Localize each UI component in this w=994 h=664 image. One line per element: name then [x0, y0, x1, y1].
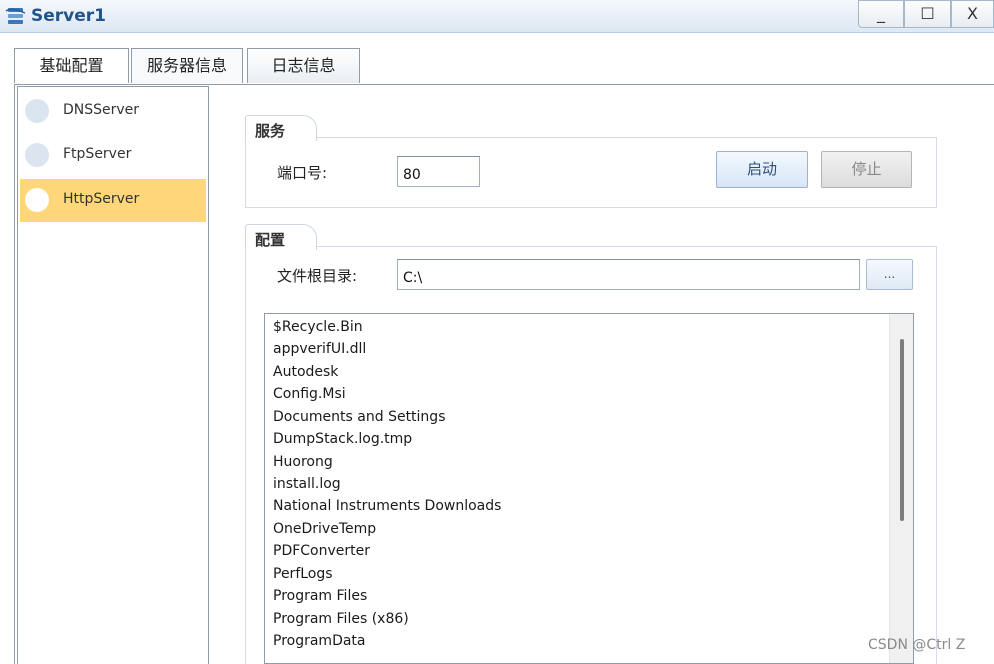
window-title: Server1 — [31, 6, 106, 26]
list-item[interactable]: $Recycle.Bin — [273, 319, 363, 335]
config-group-title: 配置 — [245, 224, 317, 250]
list-item[interactable]: OneDriveTemp — [273, 521, 376, 537]
server-item-label: HttpServer — [63, 191, 140, 207]
scrollbar-thumb[interactable] — [900, 339, 904, 521]
list-item[interactable]: Program Files — [273, 588, 367, 604]
list-item[interactable]: Documents and Settings — [273, 409, 445, 425]
file-list[interactable]: $Recycle.Bin appverifUI.dll Autodesk Con… — [264, 313, 914, 664]
server-item-dns[interactable]: DNSServer — [20, 90, 206, 133]
server-status-icon — [25, 188, 49, 212]
browse-button[interactable]: ... — [866, 259, 913, 290]
server-item-label: DNSServer — [63, 102, 140, 118]
tab-log-info[interactable]: 日志信息 — [247, 48, 360, 83]
maximize-button[interactable]: ☐ — [904, 0, 951, 28]
root-dir-input[interactable] — [397, 259, 860, 290]
list-item[interactable]: PDFConverter — [273, 543, 370, 559]
port-label: 端口号: — [277, 164, 328, 182]
server-list: DNSServer FtpServer HttpServer — [17, 86, 209, 664]
list-item[interactable]: DumpStack.log.tmp — [273, 431, 412, 447]
port-input[interactable] — [397, 156, 480, 187]
title-bar: Server1 _ ☐ X — [0, 0, 994, 33]
server-status-icon — [25, 99, 49, 123]
server-item-label: FtpServer — [63, 146, 132, 162]
tab-basic-config[interactable]: 基础配置 — [14, 48, 129, 83]
list-item[interactable]: Huorong — [273, 454, 333, 470]
service-group-title: 服务 — [245, 115, 317, 141]
tab-server-info[interactable]: 服务器信息 — [131, 48, 243, 83]
watermark: CSDN @Ctrl Z — [868, 637, 966, 653]
stop-button[interactable]: 停止 — [821, 151, 912, 188]
start-button[interactable]: 启动 — [716, 151, 808, 188]
list-item[interactable]: Autodesk — [273, 364, 338, 380]
server-item-http[interactable]: HttpServer — [20, 179, 206, 222]
root-dir-label: 文件根目录: — [277, 267, 358, 285]
vertical-scrollbar[interactable] — [889, 314, 913, 663]
minimize-button[interactable]: _ — [858, 0, 904, 28]
close-button[interactable]: X — [951, 0, 994, 28]
list-item[interactable]: ProgramData — [273, 633, 366, 649]
server-app-icon — [5, 8, 26, 24]
list-item[interactable]: PerfLogs — [273, 566, 333, 582]
list-item[interactable]: Config.Msi — [273, 386, 346, 402]
list-item[interactable]: National Instruments Downloads — [273, 498, 501, 514]
list-item[interactable]: appverifUI.dll — [273, 341, 366, 357]
list-item[interactable]: install.log — [273, 476, 341, 492]
server-item-ftp[interactable]: FtpServer — [20, 134, 206, 177]
list-item[interactable]: Program Files (x86) — [273, 611, 409, 627]
server-status-icon — [25, 143, 49, 167]
